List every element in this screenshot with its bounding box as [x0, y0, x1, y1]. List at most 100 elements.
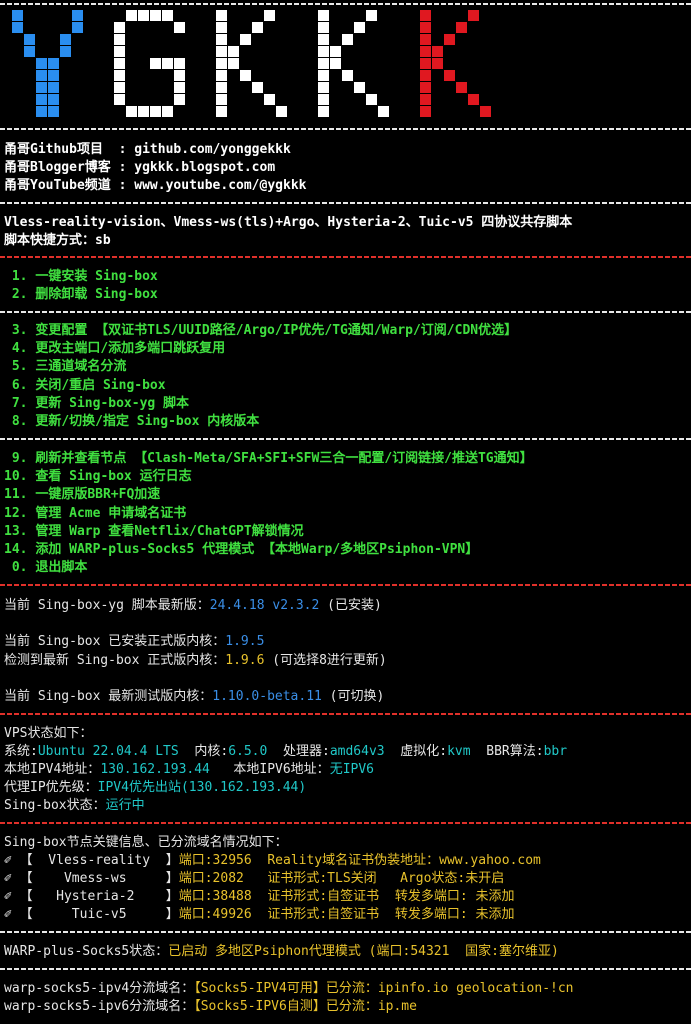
- logo-pixel: [228, 58, 239, 69]
- logo-pixel: [150, 58, 161, 69]
- logo-pixel: [276, 106, 287, 117]
- rocket-icon: ✐: [4, 889, 20, 904]
- intro-line-1: Vless-reality-vision、Vmess-ws(tls)+Argo、…: [4, 215, 573, 230]
- menu-item-9[interactable]: 9. 刷新并查看节点 【Clash-Meta/SFA+SFI+SFW三合一配置/…: [4, 450, 533, 468]
- menu-num: 10.: [4, 469, 28, 484]
- logo-pixel: [216, 82, 227, 93]
- menu-item-1[interactable]: 1. 一键安装 Sing-box: [4, 268, 158, 286]
- menu-label: 一键原版BBR+FQ加速: [35, 487, 161, 502]
- menu-label: 更新/切换/指定 Sing-box 内核版本: [35, 414, 260, 429]
- menu-num: 14.: [4, 542, 28, 557]
- latest-kernel-label: 检测到最新 Sing-box 正式版内核：: [4, 653, 226, 668]
- logo-pixel: [318, 106, 329, 117]
- menu-item-6[interactable]: 6. 关闭/重启 Sing-box: [4, 377, 166, 395]
- intro-line-2: 脚本快捷方式：sb: [4, 233, 111, 248]
- logo-pixel: [114, 82, 125, 93]
- menu-item-11[interactable]: 11. 一键原版BBR+FQ加速: [4, 486, 160, 504]
- logo-pixel: [174, 58, 185, 69]
- logo-pixel: [264, 10, 275, 21]
- rocket-icon: ✐: [4, 853, 20, 868]
- menu-num: 5.: [4, 359, 28, 374]
- logo-pixel: [318, 94, 329, 105]
- menu-num: 6.: [4, 378, 28, 393]
- warp-value: 已启动 多地区Psiphon代理模式 (端口:54321 国家:塞尔维亚): [168, 944, 559, 959]
- logo-pixel: [72, 10, 83, 21]
- routing-ipv4-line: warp-socks5-ipv4分流域名：【Socks5-IPV4可用】已分流：…: [4, 980, 574, 998]
- logo-pixel: [48, 58, 59, 69]
- logo-pixel: [162, 106, 173, 117]
- routing-label: warp-socks5-ipv6分流域名：: [4, 999, 195, 1014]
- logo-pixel: [420, 106, 431, 117]
- logo-pixel: [174, 22, 185, 33]
- menu-label: 管理 Warp 查看Netflix/ChatGPT解锁情况: [35, 524, 304, 539]
- github-link-line: 甬哥Github项目 : github.com/yonggekkk: [4, 142, 291, 157]
- menu-num: 11.: [4, 487, 28, 502]
- intro-separator: [0, 256, 691, 258]
- menu-label: 刷新并查看节点 【Clash-Meta/SFA+SFI+SFW三合一配置/订阅链…: [35, 451, 533, 466]
- menu-label: 退出脚本: [35, 560, 88, 575]
- beta-kernel-line: 当前 Sing-box 最新测试版内核：1.10.0-beta.11 (可切换): [4, 688, 384, 706]
- logo-pixel: [342, 70, 353, 81]
- blogger-label: 甬哥Blogger博客: [4, 160, 119, 175]
- logo-pixel: [216, 46, 227, 57]
- logo-pixel: [162, 58, 173, 69]
- logo-pixel: [150, 106, 161, 117]
- menu-item-2[interactable]: 2. 删除卸载 Sing-box: [4, 286, 158, 304]
- logo-pixel: [12, 10, 23, 21]
- latest-kernel-value: 1.9.6: [225, 653, 265, 668]
- logo-pixel: [318, 82, 329, 93]
- versions-separator: [0, 713, 691, 715]
- logo-pixel: [126, 10, 137, 21]
- menu-item-4[interactable]: 4. 更改主端口/添加多端口跳跃复用: [4, 340, 225, 358]
- logo-pixel: [48, 106, 59, 117]
- node-name: 【 Vmess-ws 】: [19, 871, 179, 886]
- logo-pixel: [216, 106, 227, 117]
- menu-num: 4.: [4, 341, 28, 356]
- menu-item-10[interactable]: 10. 查看 Sing-box 运行日志: [4, 468, 192, 486]
- logo-pixel: [36, 82, 47, 93]
- logo-pixel: [114, 34, 125, 45]
- youtube-url[interactable]: www.youtube.com/@ygkkk: [134, 178, 306, 193]
- ipv4-label: 本地IPV4地址：: [4, 762, 101, 777]
- logo-pixel: [36, 58, 47, 69]
- script-version-note: (已安装): [319, 598, 382, 613]
- logo-pixel: [480, 106, 491, 117]
- routing-label: warp-socks5-ipv4分流域名：: [4, 981, 195, 996]
- ygkkk-logo: [0, 10, 691, 122]
- logo-pixel: [318, 34, 329, 45]
- logo-pixel: [252, 22, 263, 33]
- github-label: 甬哥Github项目: [4, 142, 119, 157]
- logo-pixel: [456, 82, 467, 93]
- node-detail: 证书形式:自签证书 转发多端口: 未添加: [251, 889, 515, 904]
- menu-item-5[interactable]: 5. 三通道域名分流: [4, 358, 127, 376]
- menu-item-3[interactable]: 3. 变更配置 【双证书TLS/UUID路径/Argo/IP优先/TG通知/Wa…: [4, 322, 517, 340]
- menu-item-12[interactable]: 12. 管理 Acme 申请域名证书: [4, 505, 186, 523]
- logo-pixel: [114, 70, 125, 81]
- logo-pixel: [138, 10, 149, 21]
- menu-item-7[interactable]: 7. 更新 Sing-box-yg 脚本: [4, 395, 189, 413]
- latest-kernel-note: (可选择8进行更新): [264, 653, 387, 668]
- logo-pixel: [366, 10, 377, 21]
- system-value: Ubuntu 22.04.4 LTS: [37, 744, 179, 759]
- logo-pixel: [216, 94, 227, 105]
- menu-label: 删除卸载 Sing-box: [35, 287, 158, 302]
- installed-kernel-line: 当前 Sing-box 已安装正式版内核：1.9.5: [4, 633, 264, 651]
- menu-item-14[interactable]: 14. 添加 WARP-plus-Socks5 代理模式 【本地Warp/多地区…: [4, 541, 478, 559]
- menu-label: 更改主端口/添加多端口跳跃复用: [35, 341, 226, 356]
- warp-separator: [0, 968, 691, 970]
- github-url[interactable]: github.com/yonggekkk: [134, 142, 291, 157]
- logo-pixel: [456, 22, 467, 33]
- links-separator: [0, 202, 691, 204]
- node-detail: 证书形式:TLS关闭 Argo状态:未开启: [251, 871, 505, 886]
- menu-item-8[interactable]: 8. 更新/切换/指定 Sing-box 内核版本: [4, 413, 259, 431]
- youtube-link-line: 甬哥YouTube频道 : www.youtube.com/@ygkkk: [4, 178, 307, 193]
- logo-pixel: [354, 82, 365, 93]
- node-row: ✐ 【 Hysteria-2 】端口:38488 证书形式:自签证书 转发多端口…: [4, 888, 514, 906]
- system-label: 系统:: [4, 744, 38, 759]
- menu-num: 8.: [4, 414, 28, 429]
- menu-item-0[interactable]: 0. 退出脚本: [4, 559, 88, 577]
- routing-ipv6-line: warp-socks5-ipv6分流域名：【Socks5-IPV6自测】已分流：…: [4, 998, 417, 1016]
- menu-item-13[interactable]: 13. 管理 Warp 查看Netflix/ChatGPT解锁情况: [4, 523, 304, 541]
- menu-num: 3.: [4, 323, 28, 338]
- blogger-url[interactable]: ygkkk.blogspot.com: [134, 160, 275, 175]
